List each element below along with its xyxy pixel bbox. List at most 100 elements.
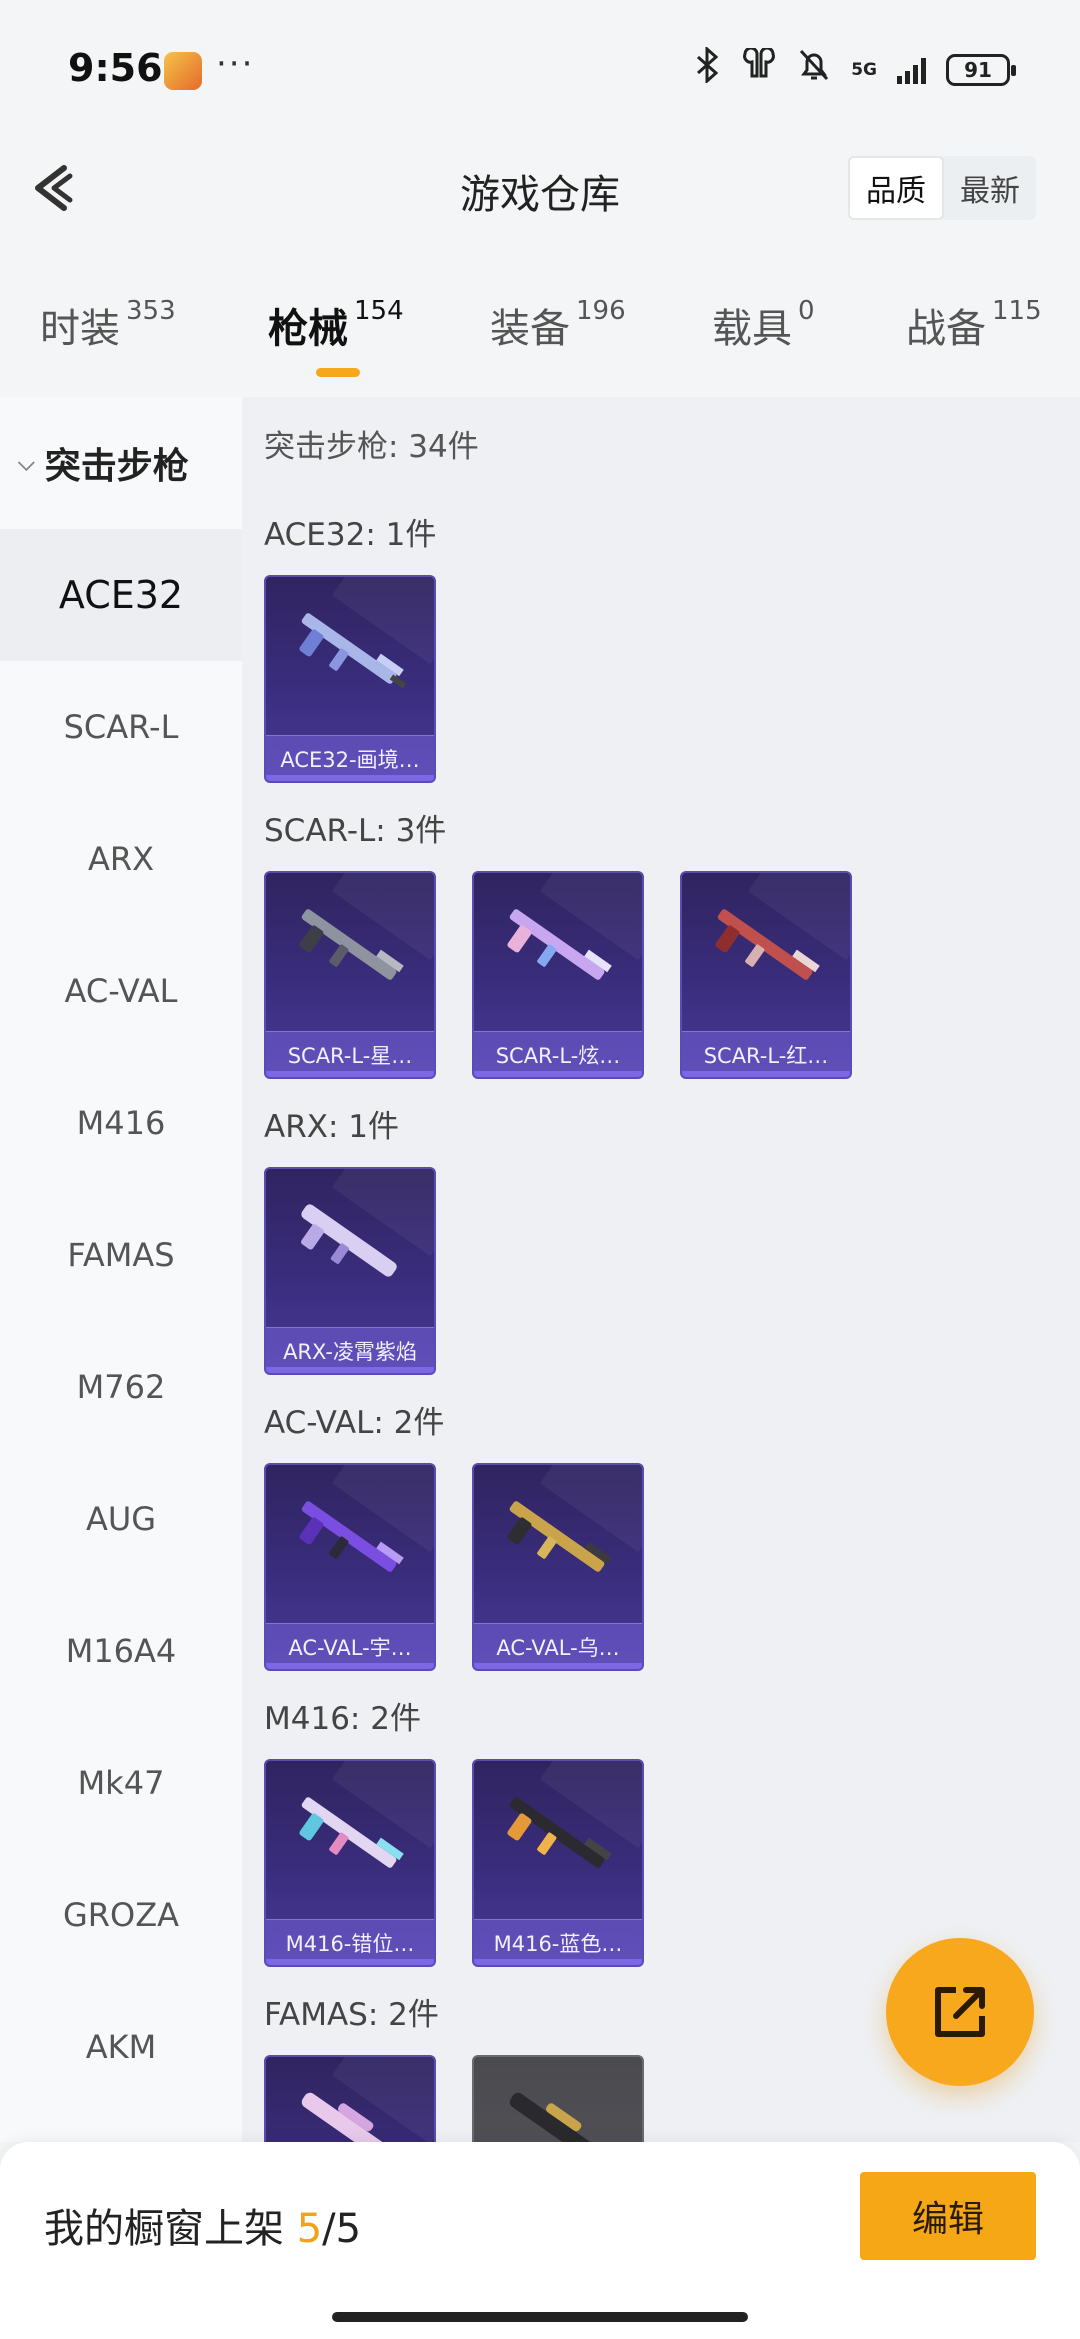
- battery-level: 91: [964, 58, 992, 82]
- weapon-skin-card[interactable]: SCAR-L-红…: [680, 871, 852, 1079]
- network-type: 5G: [851, 60, 877, 80]
- weapon-skin-card[interactable]: ARX-凌霄紫焰: [264, 1167, 436, 1375]
- sidebar-item-m16a4[interactable]: M16A4: [0, 1585, 242, 1717]
- group-title: SCAR-L: 3件: [264, 813, 447, 849]
- tab-weapons[interactable]: 枪械 154: [268, 296, 404, 354]
- home-indicator[interactable]: [332, 2312, 748, 2322]
- sidebar-item-mk47[interactable]: Mk47: [0, 1717, 242, 1849]
- weapon-skin-card[interactable]: ACE32-画境…: [264, 575, 436, 783]
- category-label: 突击步枪: [44, 446, 189, 487]
- status-bar: 9:56 ··· 5G 91: [0, 0, 1080, 140]
- rifle-icon: [299, 613, 407, 689]
- tab-label: 战备: [906, 306, 986, 352]
- sidebar-item-scar-l[interactable]: SCAR-L: [0, 661, 242, 793]
- sort-toggle: 品质 最新: [848, 156, 1036, 220]
- weapon-group-m416: M416: 2件 M416-错位… M416-蓝色…: [264, 1693, 1064, 1967]
- sidebar-item-m762[interactable]: M762: [0, 1321, 242, 1453]
- weapon-skin-card[interactable]: AC-VAL-宇…: [264, 1463, 436, 1671]
- showcase-label: 我的橱窗上架: [44, 2206, 284, 2252]
- sort-newest-button[interactable]: 最新: [944, 156, 1036, 220]
- rifle-icon: [299, 1501, 404, 1572]
- rifle-icon: [715, 909, 820, 980]
- weapon-skin-card[interactable]: SCAR-L-炫…: [472, 871, 644, 1079]
- showcase-total-count: /5: [322, 2206, 362, 2252]
- tab-count: 154: [354, 296, 404, 326]
- tab-supplies[interactable]: 战备 115: [906, 296, 1042, 354]
- showcase-bar: 我的橱窗上架 5/5 编辑: [0, 2142, 1080, 2339]
- weapon-skin-name-text: SCAR-L-炫…: [495, 1043, 621, 1068]
- weapon-skin-name-text: M416-蓝色…: [493, 1931, 623, 1956]
- tab-count: 353: [126, 296, 176, 326]
- weapon-skin-name-text: M416-错位…: [285, 1931, 415, 1956]
- group-title: AC-VAL: 2件: [264, 1405, 445, 1441]
- sidebar-item-akm[interactable]: AKM: [0, 1981, 242, 2113]
- sort-quality-button[interactable]: 品质: [848, 156, 944, 220]
- showcase-status: 我的橱窗上架 5/5: [44, 2196, 361, 2254]
- tab-outfits[interactable]: 时装 353: [40, 296, 176, 354]
- weapon-skin-name-text: AC-VAL-宇…: [288, 1635, 412, 1660]
- weapon-group-scar-l: SCAR-L: 3件 SCAR-L-星… SCAR-L-炫… SCAR-L-红…: [264, 805, 1064, 1079]
- rifle-icon: [301, 1204, 397, 1277]
- tab-label: 载具: [712, 306, 792, 352]
- weapon-group-arx: ARX: 1件 ARX-凌霄紫焰: [264, 1101, 1064, 1375]
- group-title: ACE32: 1件: [264, 517, 437, 553]
- app-notification-icon: [164, 52, 202, 90]
- tab-vehicles[interactable]: 载具 0: [712, 296, 815, 354]
- weapon-skin-name-text: AC-VAL-乌…: [496, 1635, 620, 1660]
- weapon-list: 突击步枪: 34件 ACE32: 1件 ACE32-画境… SCAR-L: 3件…: [242, 397, 1080, 2142]
- battery-icon: 91: [946, 54, 1016, 86]
- weapon-group-ace32: ACE32: 1件 ACE32-画境…: [264, 509, 1064, 783]
- weapon-skin-name-text: ARX-凌霄紫焰: [283, 1339, 417, 1364]
- rifle-icon: [507, 1797, 612, 1868]
- weapon-group-ac-val: AC-VAL: 2件 AC-VAL-宇… AC-VAL-乌…: [264, 1397, 1064, 1671]
- tab-count: 115: [992, 296, 1042, 326]
- weapon-skin-card[interactable]: M416-错位…: [264, 1759, 436, 1967]
- tab-count: 0: [798, 296, 815, 326]
- sidebar-item-groza[interactable]: GROZA: [0, 1849, 242, 1981]
- mute-bell-icon: [797, 47, 831, 94]
- sidebar-item-arx[interactable]: ARX: [0, 793, 242, 925]
- active-tab-indicator: [316, 368, 360, 377]
- external-link-icon: [935, 1987, 985, 2037]
- bluetooth-icon: [695, 45, 721, 94]
- tab-label: 装备: [490, 306, 570, 352]
- rifle-icon: [509, 2092, 605, 2142]
- rifle-icon: [299, 909, 404, 980]
- share-button[interactable]: [886, 1938, 1034, 2086]
- signal-icon: [897, 56, 926, 84]
- sidebar-item-m416[interactable]: M416: [0, 1057, 242, 1189]
- tab-equipment[interactable]: 装备 196: [490, 296, 626, 354]
- tab-count: 196: [576, 296, 626, 326]
- sidebar-item-ace32[interactable]: ACE32: [0, 529, 242, 661]
- status-time: 9:56: [68, 46, 163, 90]
- weapon-skin-name-text: SCAR-L-星…: [287, 1043, 413, 1068]
- more-notifications-icon: ···: [216, 44, 255, 84]
- tab-label: 枪械: [268, 306, 348, 352]
- earbuds-icon: [741, 46, 777, 93]
- category-tabs: 时装 353 枪械 154 装备 196 载具 0 战备 115: [0, 286, 1080, 396]
- group-title: M416: 2件: [264, 1701, 421, 1737]
- weapon-skin-card[interactable]: SCAR-L-星…: [264, 871, 436, 1079]
- weapon-skin-card[interactable]: [472, 2055, 644, 2142]
- weapon-skin-card[interactable]: [264, 2055, 436, 2142]
- sidebar-item-ac-val[interactable]: AC-VAL: [0, 925, 242, 1057]
- weapon-skin-card[interactable]: M416-蓝色…: [472, 1759, 644, 1967]
- group-title: ARX: 1件: [264, 1109, 400, 1145]
- weapon-type-sidebar: ⌵ 突击步枪 ACE32 SCAR-L ARX AC-VAL M416 FAMA…: [0, 397, 242, 2142]
- sidebar-item-famas[interactable]: FAMAS: [0, 1189, 242, 1321]
- tab-label: 时装: [40, 306, 120, 352]
- rifle-icon: [507, 909, 612, 980]
- weapon-skin-card[interactable]: AC-VAL-乌…: [472, 1463, 644, 1671]
- rifle-icon: [301, 2092, 397, 2142]
- top-header: 游戏仓库 品质 最新: [0, 140, 1080, 236]
- showcase-current-count: 5: [296, 2206, 323, 2252]
- weapon-skin-name-text: SCAR-L-红…: [703, 1043, 829, 1068]
- category-summary: 突击步枪: 34件: [264, 429, 479, 465]
- rifle-icon: [507, 1501, 612, 1572]
- category-header[interactable]: ⌵ 突击步枪: [0, 397, 242, 529]
- edit-button[interactable]: 编辑: [860, 2172, 1036, 2260]
- rifle-icon: [299, 1797, 404, 1868]
- chevron-down-icon: ⌵: [18, 450, 35, 476]
- weapon-skin-name-text: ACE32-画境…: [280, 747, 420, 772]
- sidebar-item-aug[interactable]: AUG: [0, 1453, 242, 1585]
